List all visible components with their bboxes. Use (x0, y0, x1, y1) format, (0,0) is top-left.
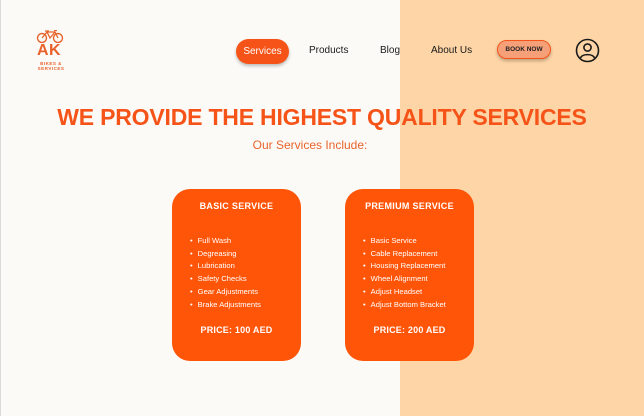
list-item: Degreasing (190, 248, 261, 261)
services-subheading: Our Services Include: (252, 138, 368, 152)
nav-about-link[interactable]: About Us (431, 45, 472, 56)
list-item: Gear Adjustments (190, 286, 261, 299)
page-headline: WE PROVIDE THE HIGHEST QUALITY SERVICES (57, 104, 587, 130)
premium-service-card: PREMIUM SERVICE Basic Service Cable Repl… (345, 189, 474, 361)
user-icon[interactable] (575, 38, 600, 63)
card-price: PRICE: 200 AED (373, 325, 446, 335)
frame-edge (0, 0, 1, 416)
list-item: Basic Service (363, 235, 446, 248)
list-item: Full Wash (190, 235, 261, 248)
list-item: Adjust Bottom Bracket (363, 299, 446, 312)
list-item: Wheel Alignment (363, 273, 446, 286)
list-item: Cable Replacement (363, 248, 446, 261)
list-item: Brake Adjustments (190, 299, 261, 312)
nav-blog-link[interactable]: Blog (380, 45, 400, 56)
nav-services-button[interactable]: Services (236, 39, 289, 64)
card-title: PREMIUM SERVICE (365, 201, 454, 211)
service-list: Full Wash Degreasing Lubrication Safety … (190, 235, 261, 311)
logo-text: AK (37, 42, 62, 59)
book-now-button[interactable]: BOOK NOW (497, 40, 551, 59)
basic-service-card: BASIC SERVICE Full Wash Degreasing Lubri… (172, 189, 301, 361)
brand-logo[interactable]: AK BIKES & SERVICES (28, 30, 72, 74)
card-price: PRICE: 100 AED (200, 325, 273, 335)
list-item: Housing Replacement (363, 260, 446, 273)
service-list: Basic Service Cable Replacement Housing … (363, 235, 446, 311)
list-item: Adjust Headset (363, 286, 446, 299)
list-item: Lubrication (190, 260, 261, 273)
card-title: BASIC SERVICE (199, 201, 274, 211)
list-item: Safety Checks (190, 273, 261, 286)
nav-products-link[interactable]: Products (309, 45, 348, 56)
logo-subtitle: BIKES & SERVICES (37, 61, 65, 71)
